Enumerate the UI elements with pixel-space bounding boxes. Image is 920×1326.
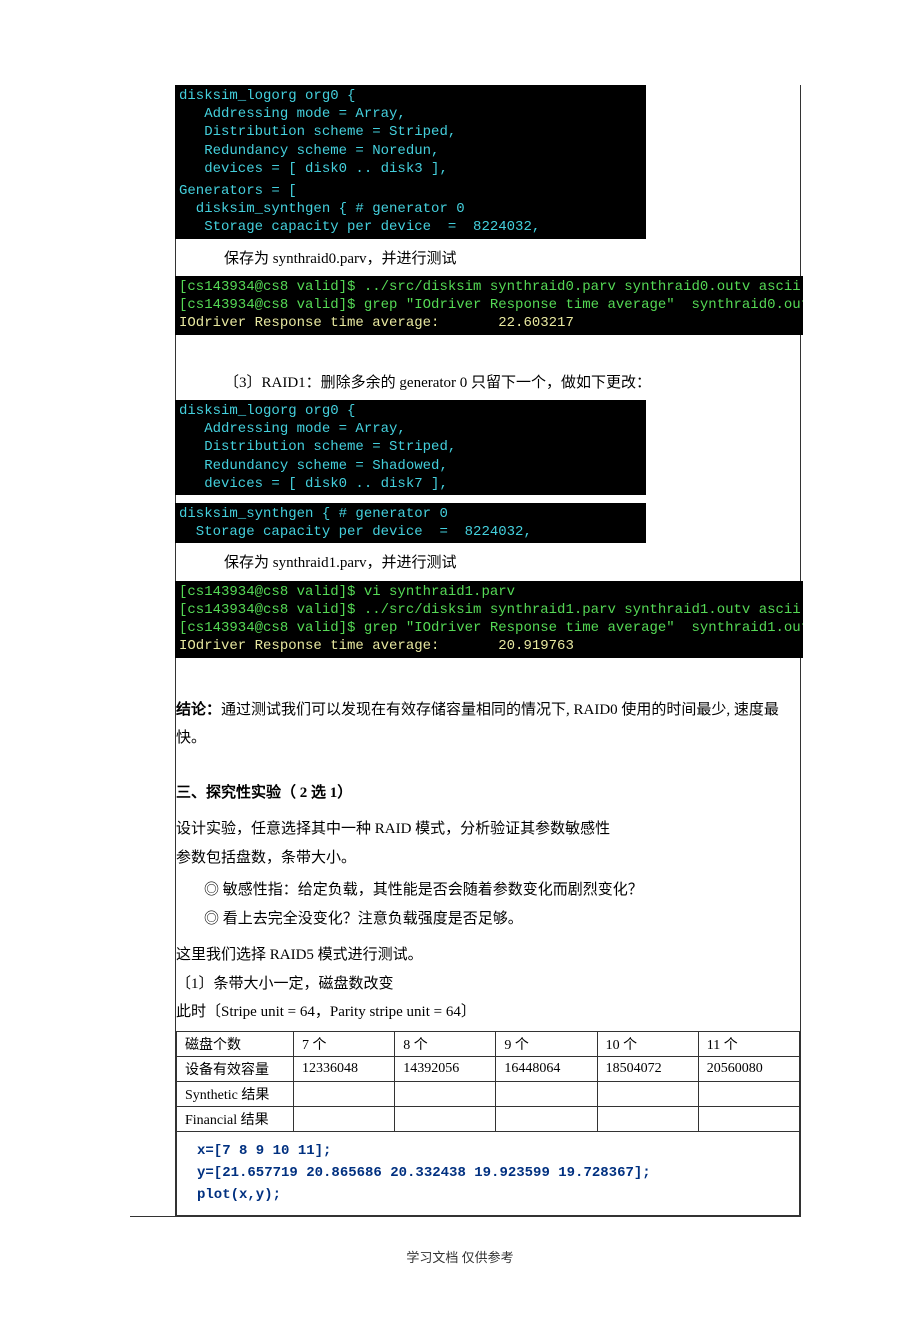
table-cell: 设备有效容量 (177, 1056, 294, 1081)
term-line: disksim_logorg org0 { (179, 403, 355, 419)
page-footer: 学习文档 仅供参考 (130, 1247, 790, 1266)
bullet-2: ◎ 看上去完全没变化？注意负载强度是否足够。 (176, 905, 800, 934)
table-cell (597, 1081, 698, 1106)
table-cell: 20560080 (698, 1056, 799, 1081)
conclusion-label: 结论： (176, 702, 221, 718)
term-line: [cs143934@cs8 valid]$ grep "IOdriver Res… (179, 297, 803, 313)
section-3-title: 三、探究性实验（ 2 选 1） (176, 779, 800, 808)
note-text-1: 保存为 synthraid0.parv，并进行测试 (176, 247, 800, 273)
section-3-p1: 设计实验，任意选择其中一种 RAID 模式，分析验证其参数敏感性 (176, 815, 800, 844)
term-line: disksim_logorg org0 { (179, 88, 355, 104)
table-cell: 11 个 (698, 1031, 799, 1056)
term-line: Distribution scheme = Striped, (179, 124, 456, 140)
table-cell: 16448064 (496, 1056, 597, 1081)
term-line: Storage capacity per device = 8224032, (179, 219, 540, 235)
conclusion: 结论：通过测试我们可以发现在有效存储容量相同的情况下, RAID0 使用的时间最… (176, 696, 800, 753)
bullet-1: ◎ 敏感性指：给定负载，其性能是否会随着参数变化而剧烈变化？ (176, 876, 800, 905)
table-cell (597, 1106, 698, 1131)
term-line: [cs143934@cs8 valid]$ ../src/disksim syn… (179, 602, 803, 618)
note-text-2: 〔3〕RAID1：删除多余的 generator 0 只留下一个，做如下更改： (176, 371, 800, 397)
term-line: Addressing mode = Array, (179, 106, 406, 122)
terminal-block-6: [cs143934@cs8 valid]$ vi synthraid1.parv… (175, 581, 803, 658)
term-line: devices = [ disk0 .. disk7 ], (179, 476, 448, 492)
matlab-code-block: x=[7 8 9 10 11]; y=[21.657719 20.865686 … (176, 1132, 800, 1216)
table-row: Financial 结果 (177, 1106, 800, 1131)
term-line: Storage capacity per device = 8224032, (179, 524, 532, 540)
table-cell: Synthetic 结果 (177, 1081, 294, 1106)
table-cell (496, 1106, 597, 1131)
term-line: Generators = [ (179, 183, 297, 199)
term-line: disksim_synthgen { # generator 0 (179, 201, 465, 217)
table-cell: 9 个 (496, 1031, 597, 1056)
terminal-block-2: Generators = [ disksim_synthgen { # gene… (175, 180, 646, 239)
section-3-p2: 参数包括盘数，条带大小。 (176, 844, 800, 873)
term-line: devices = [ disk0 .. disk3 ], (179, 161, 448, 177)
term-line: [cs143934@cs8 valid]$ grep "IOdriver Res… (179, 620, 803, 636)
table-cell: 14392056 (395, 1056, 496, 1081)
table-cell: 18504072 (597, 1056, 698, 1081)
code-line: x=[7 8 9 10 11]; (187, 1140, 789, 1162)
term-line: Addressing mode = Array, (179, 421, 406, 437)
terminal-block-4: disksim_logorg org0 { Addressing mode = … (175, 400, 646, 495)
section-3-p5: 此时〔Stripe unit = 64，Parity stripe unit =… (176, 998, 800, 1027)
table-cell: 8 个 (395, 1031, 496, 1056)
note-text-3: 保存为 synthraid1.parv，并进行测试 (176, 551, 800, 577)
code-line: plot(x,y); (187, 1184, 789, 1206)
conclusion-body: 通过测试我们可以发现在有效存储容量相同的情况下, RAID0 使用的时间最少, … (176, 702, 779, 747)
table-cell (294, 1081, 395, 1106)
table-cell: 磁盘个数 (177, 1031, 294, 1056)
table-row: 设备有效容量 12336048 14392056 16448064 185040… (177, 1056, 800, 1081)
section-3-p4: 〔1〕条带大小一定，磁盘数改变 (176, 970, 800, 999)
term-line: Redundancy scheme = Shadowed, (179, 458, 448, 474)
term-line: IOdriver Response time average: 20.91976… (179, 638, 574, 654)
code-line: y=[21.657719 20.865686 20.332438 19.9235… (187, 1162, 789, 1184)
terminal-block-3: [cs143934@cs8 valid]$ ../src/disksim syn… (175, 276, 803, 335)
table-cell: 7 个 (294, 1031, 395, 1056)
table-cell: 10 个 (597, 1031, 698, 1056)
terminal-block-1: disksim_logorg org0 { Addressing mode = … (175, 85, 646, 180)
term-line: [cs143934@cs8 valid]$ vi synthraid1.parv (179, 584, 515, 600)
term-line: [cs143934@cs8 valid]$ ../src/disksim syn… (179, 279, 803, 295)
table-cell (294, 1106, 395, 1131)
table-cell (698, 1106, 799, 1131)
table-cell (496, 1081, 597, 1106)
table-row: 磁盘个数 7 个 8 个 9 个 10 个 11 个 (177, 1031, 800, 1056)
term-line: Redundancy scheme = Noredun, (179, 143, 439, 159)
term-line: Distribution scheme = Striped, (179, 439, 456, 455)
disk-table: 磁盘个数 7 个 8 个 9 个 10 个 11 个 设备有效容量 123360… (176, 1031, 800, 1132)
table-row: Synthetic 结果 (177, 1081, 800, 1106)
section-3-p3: 这里我们选择 RAID5 模式进行测试。 (176, 941, 800, 970)
table-cell (698, 1081, 799, 1106)
terminal-block-5: disksim_synthgen { # generator 0 Storage… (175, 503, 646, 543)
table-cell: Financial 结果 (177, 1106, 294, 1131)
term-line: IOdriver Response time average: 22.60321… (179, 315, 574, 331)
table-cell (395, 1106, 496, 1131)
term-line: disksim_synthgen { # generator 0 (179, 506, 448, 522)
table-cell: 12336048 (294, 1056, 395, 1081)
table-cell (395, 1081, 496, 1106)
